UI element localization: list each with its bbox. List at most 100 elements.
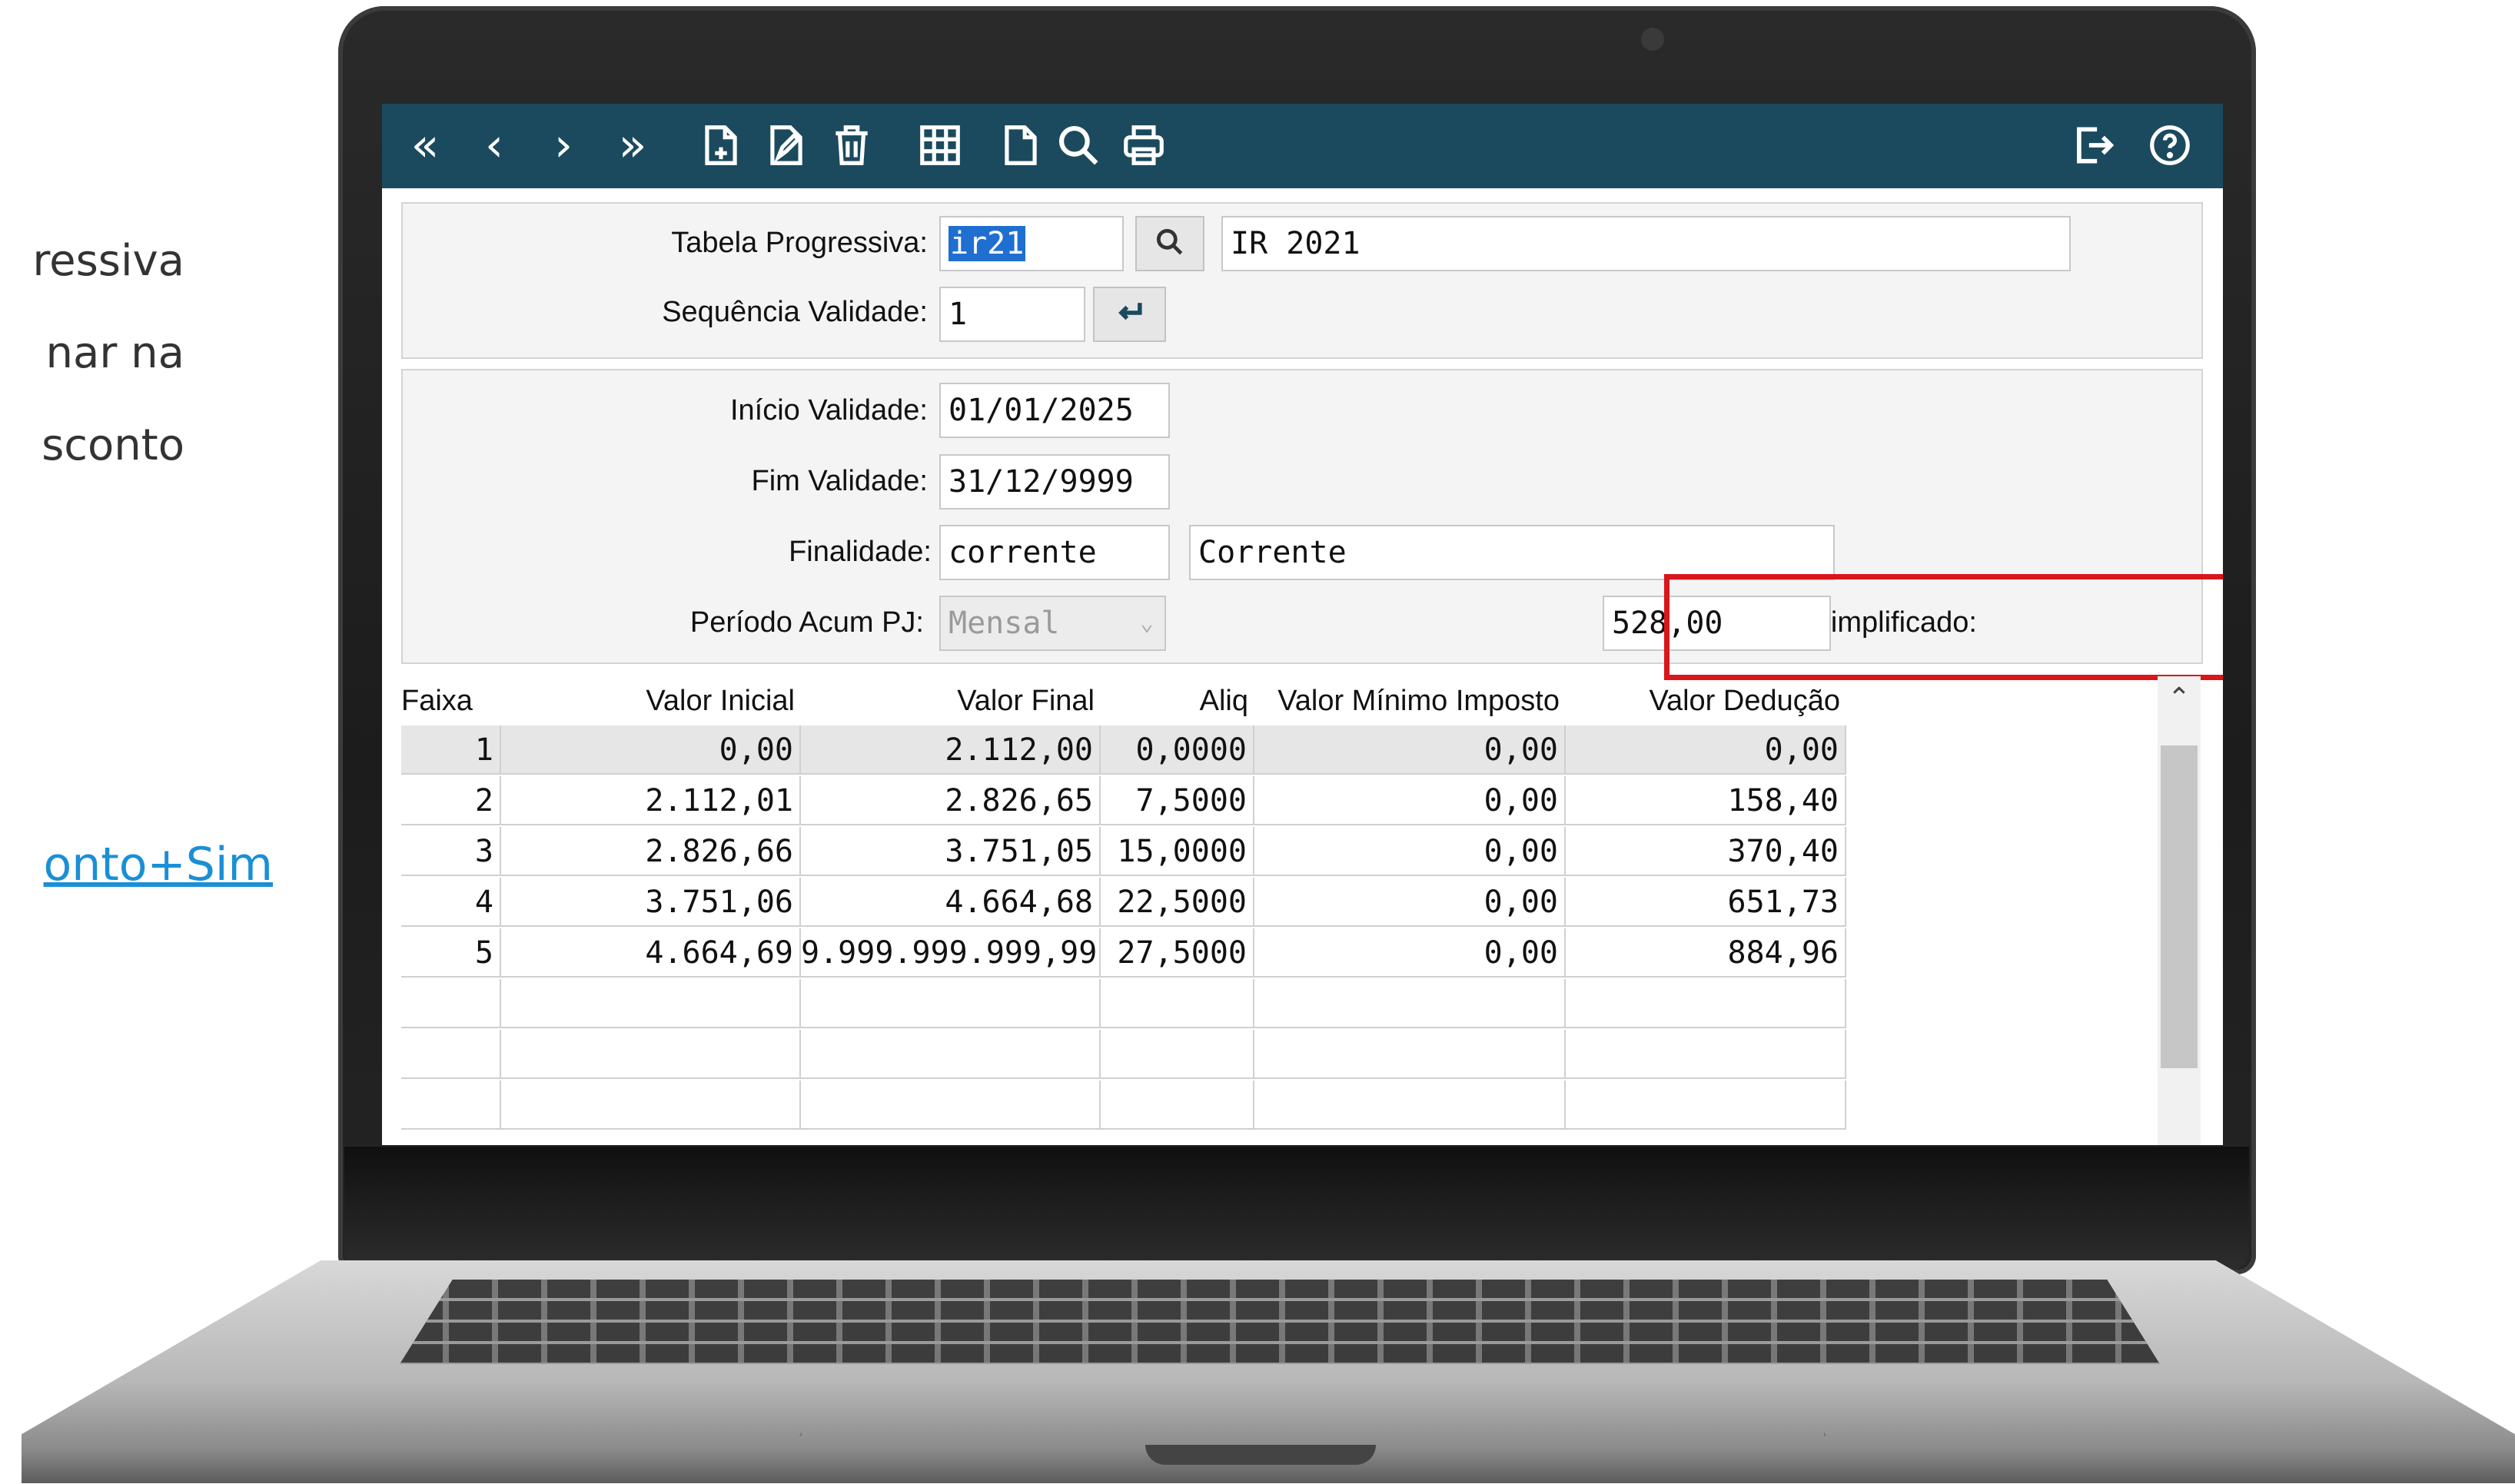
header-valor-deducao[interactable]: Valor Dedução <box>1566 676 1846 725</box>
finalidade-description: Corrente <box>1189 525 1835 580</box>
cell-faixa[interactable] <box>401 1081 501 1130</box>
slide-text-line: nar na <box>45 328 184 378</box>
keyboard-rows <box>400 1280 2160 1364</box>
scroll-up-icon[interactable]: ⌃ <box>2158 682 2201 714</box>
cell-valor-inicial[interactable]: 4.664,69 <box>501 928 801 978</box>
sequencia-input[interactable]: 1 <box>939 287 1085 342</box>
table-row[interactable]: 4 3.751,06 4.664,68 22,5000 0,00 651,73 <box>401 878 1846 927</box>
cell-valor-minimo[interactable]: 0,00 <box>1254 928 1566 978</box>
grid-icon[interactable] <box>912 118 968 173</box>
cell-valor-inicial[interactable] <box>501 979 801 1028</box>
print-icon[interactable] <box>1116 118 1171 173</box>
table-row[interactable] <box>401 979 1846 1028</box>
cell-faixa[interactable]: 4 <box>401 878 501 927</box>
tabela-label: Tabela Progressiva: <box>671 227 928 259</box>
fim-input[interactable]: 31/12/9999 <box>939 454 1170 510</box>
finalidade-label: Finalidade: <box>789 536 932 568</box>
delete-icon[interactable] <box>824 118 879 173</box>
help-icon[interactable] <box>2142 118 2198 173</box>
periodo-value: Mensal <box>949 606 1060 641</box>
previous-icon[interactable]: ‹ <box>467 118 522 173</box>
table-row[interactable]: 5 4.664,69 9.999.999.999,99 27,5000 0,00 884,… <box>401 928 1846 978</box>
table-row[interactable]: 1 0,00 2.112,00 0,0000 0,00 0,00 <box>401 725 1846 775</box>
table-row[interactable]: 2 2.112,01 2.826,65 7,5000 0,00 158,40 <box>401 776 1846 825</box>
cell-faixa[interactable]: 3 <box>401 827 501 876</box>
tabela-input[interactable]: ir21 <box>939 216 1124 271</box>
tabela-description: IR 2021 <box>1221 216 2071 271</box>
highlight-box <box>1664 574 2223 680</box>
cell-valor-minimo[interactable]: 0,00 <box>1254 725 1566 775</box>
cell-valor-final[interactable] <box>801 1081 1101 1130</box>
cell-aliq[interactable]: 22,5000 <box>1101 878 1254 927</box>
laptop-bezel <box>344 1147 2249 1270</box>
cell-valor-minimo[interactable]: 0,00 <box>1254 827 1566 876</box>
toolbar: « ‹ › » <box>382 104 2223 188</box>
cell-valor-final[interactable]: 4.664,68 <box>801 878 1101 927</box>
cell-valor-deducao[interactable] <box>1566 1081 1846 1130</box>
cell-faixa[interactable]: 2 <box>401 776 501 825</box>
cell-aliq[interactable]: 15,0000 <box>1101 827 1254 876</box>
cell-valor-inicial[interactable]: 0,00 <box>501 725 801 775</box>
cell-aliq[interactable] <box>1101 1030 1254 1079</box>
inicio-input[interactable]: 01/01/2025 <box>939 383 1170 438</box>
slide-text-line: ressiva <box>32 236 184 286</box>
slide-link[interactable]: onto+Sim <box>0 838 273 891</box>
tabela-search-button[interactable] <box>1135 216 1204 271</box>
cell-valor-inicial[interactable] <box>501 1081 801 1130</box>
cell-faixa[interactable]: 1 <box>401 725 501 775</box>
cell-valor-final[interactable] <box>801 1030 1101 1079</box>
exit-icon[interactable] <box>2065 118 2121 173</box>
cell-valor-deducao[interactable]: 158,40 <box>1566 776 1846 825</box>
cell-aliq[interactable] <box>1101 979 1254 1028</box>
cell-aliq[interactable]: 0,0000 <box>1101 725 1254 775</box>
first-icon[interactable]: « <box>397 118 453 173</box>
cell-valor-inicial[interactable]: 3.751,06 <box>501 878 801 927</box>
cell-valor-deducao[interactable] <box>1566 1030 1846 1079</box>
table-row[interactable]: 3 2.826,66 3.751,05 15,0000 0,00 370,40 <box>401 827 1846 876</box>
cell-valor-deducao[interactable]: 0,00 <box>1566 725 1846 775</box>
search-icon[interactable] <box>1051 118 1106 173</box>
cell-valor-deducao[interactable]: 884,96 <box>1566 928 1846 978</box>
edit-record-icon[interactable] <box>759 118 814 173</box>
slide-text-line: sconto <box>42 420 184 470</box>
header-valor-final[interactable]: Valor Final <box>801 676 1101 725</box>
cell-valor-final[interactable]: 9.999.999.999,99 <box>801 928 1101 978</box>
cell-valor-inicial[interactable] <box>501 1030 801 1079</box>
cell-valor-minimo[interactable] <box>1254 979 1566 1028</box>
finalidade-input[interactable]: corrente <box>939 525 1170 580</box>
cell-faixa[interactable] <box>401 1030 501 1079</box>
cell-aliq[interactable]: 27,5000 <box>1101 928 1254 978</box>
cell-valor-inicial[interactable]: 2.826,66 <box>501 827 801 876</box>
cell-valor-minimo[interactable]: 0,00 <box>1254 776 1566 825</box>
header-valor-minimo[interactable]: Valor Mínimo Imposto <box>1254 676 1566 725</box>
blank-document-icon[interactable] <box>993 118 1048 173</box>
cell-valor-deducao[interactable] <box>1566 979 1846 1028</box>
cell-valor-final[interactable] <box>801 979 1101 1028</box>
cell-valor-final[interactable]: 2.112,00 <box>801 725 1101 775</box>
header-valor-inicial[interactable]: Valor Inicial <box>501 676 801 725</box>
vertical-scrollbar[interactable]: ⌃ <box>2158 676 2201 1145</box>
table-row[interactable] <box>401 1081 1846 1130</box>
cell-valor-deducao[interactable]: 370,40 <box>1566 827 1846 876</box>
table-row[interactable] <box>401 1030 1846 1079</box>
new-record-icon[interactable] <box>693 118 749 173</box>
confirm-button[interactable] <box>1093 287 1166 342</box>
cell-valor-final[interactable]: 2.826,65 <box>801 776 1101 825</box>
cell-aliq[interactable]: 7,5000 <box>1101 776 1254 825</box>
cell-valor-minimo[interactable] <box>1254 1081 1566 1130</box>
cell-aliq[interactable] <box>1101 1081 1254 1130</box>
cell-faixa[interactable]: 5 <box>401 928 501 978</box>
header-aliq[interactable]: Aliq <box>1101 676 1254 725</box>
next-icon[interactable]: › <box>536 118 591 173</box>
sequencia-label: Sequência Validade: <box>662 296 928 328</box>
cell-valor-minimo[interactable] <box>1254 1030 1566 1079</box>
search-icon <box>1156 228 1183 255</box>
cell-valor-inicial[interactable]: 2.112,01 <box>501 776 801 825</box>
scroll-thumb[interactable] <box>2161 745 2198 1068</box>
header-faixa[interactable]: Faixa <box>401 676 501 725</box>
cell-valor-deducao[interactable]: 651,73 <box>1566 878 1846 927</box>
cell-faixa[interactable] <box>401 979 501 1028</box>
cell-valor-minimo[interactable]: 0,00 <box>1254 878 1566 927</box>
cell-valor-final[interactable]: 3.751,05 <box>801 827 1101 876</box>
last-icon[interactable]: » <box>605 118 660 173</box>
